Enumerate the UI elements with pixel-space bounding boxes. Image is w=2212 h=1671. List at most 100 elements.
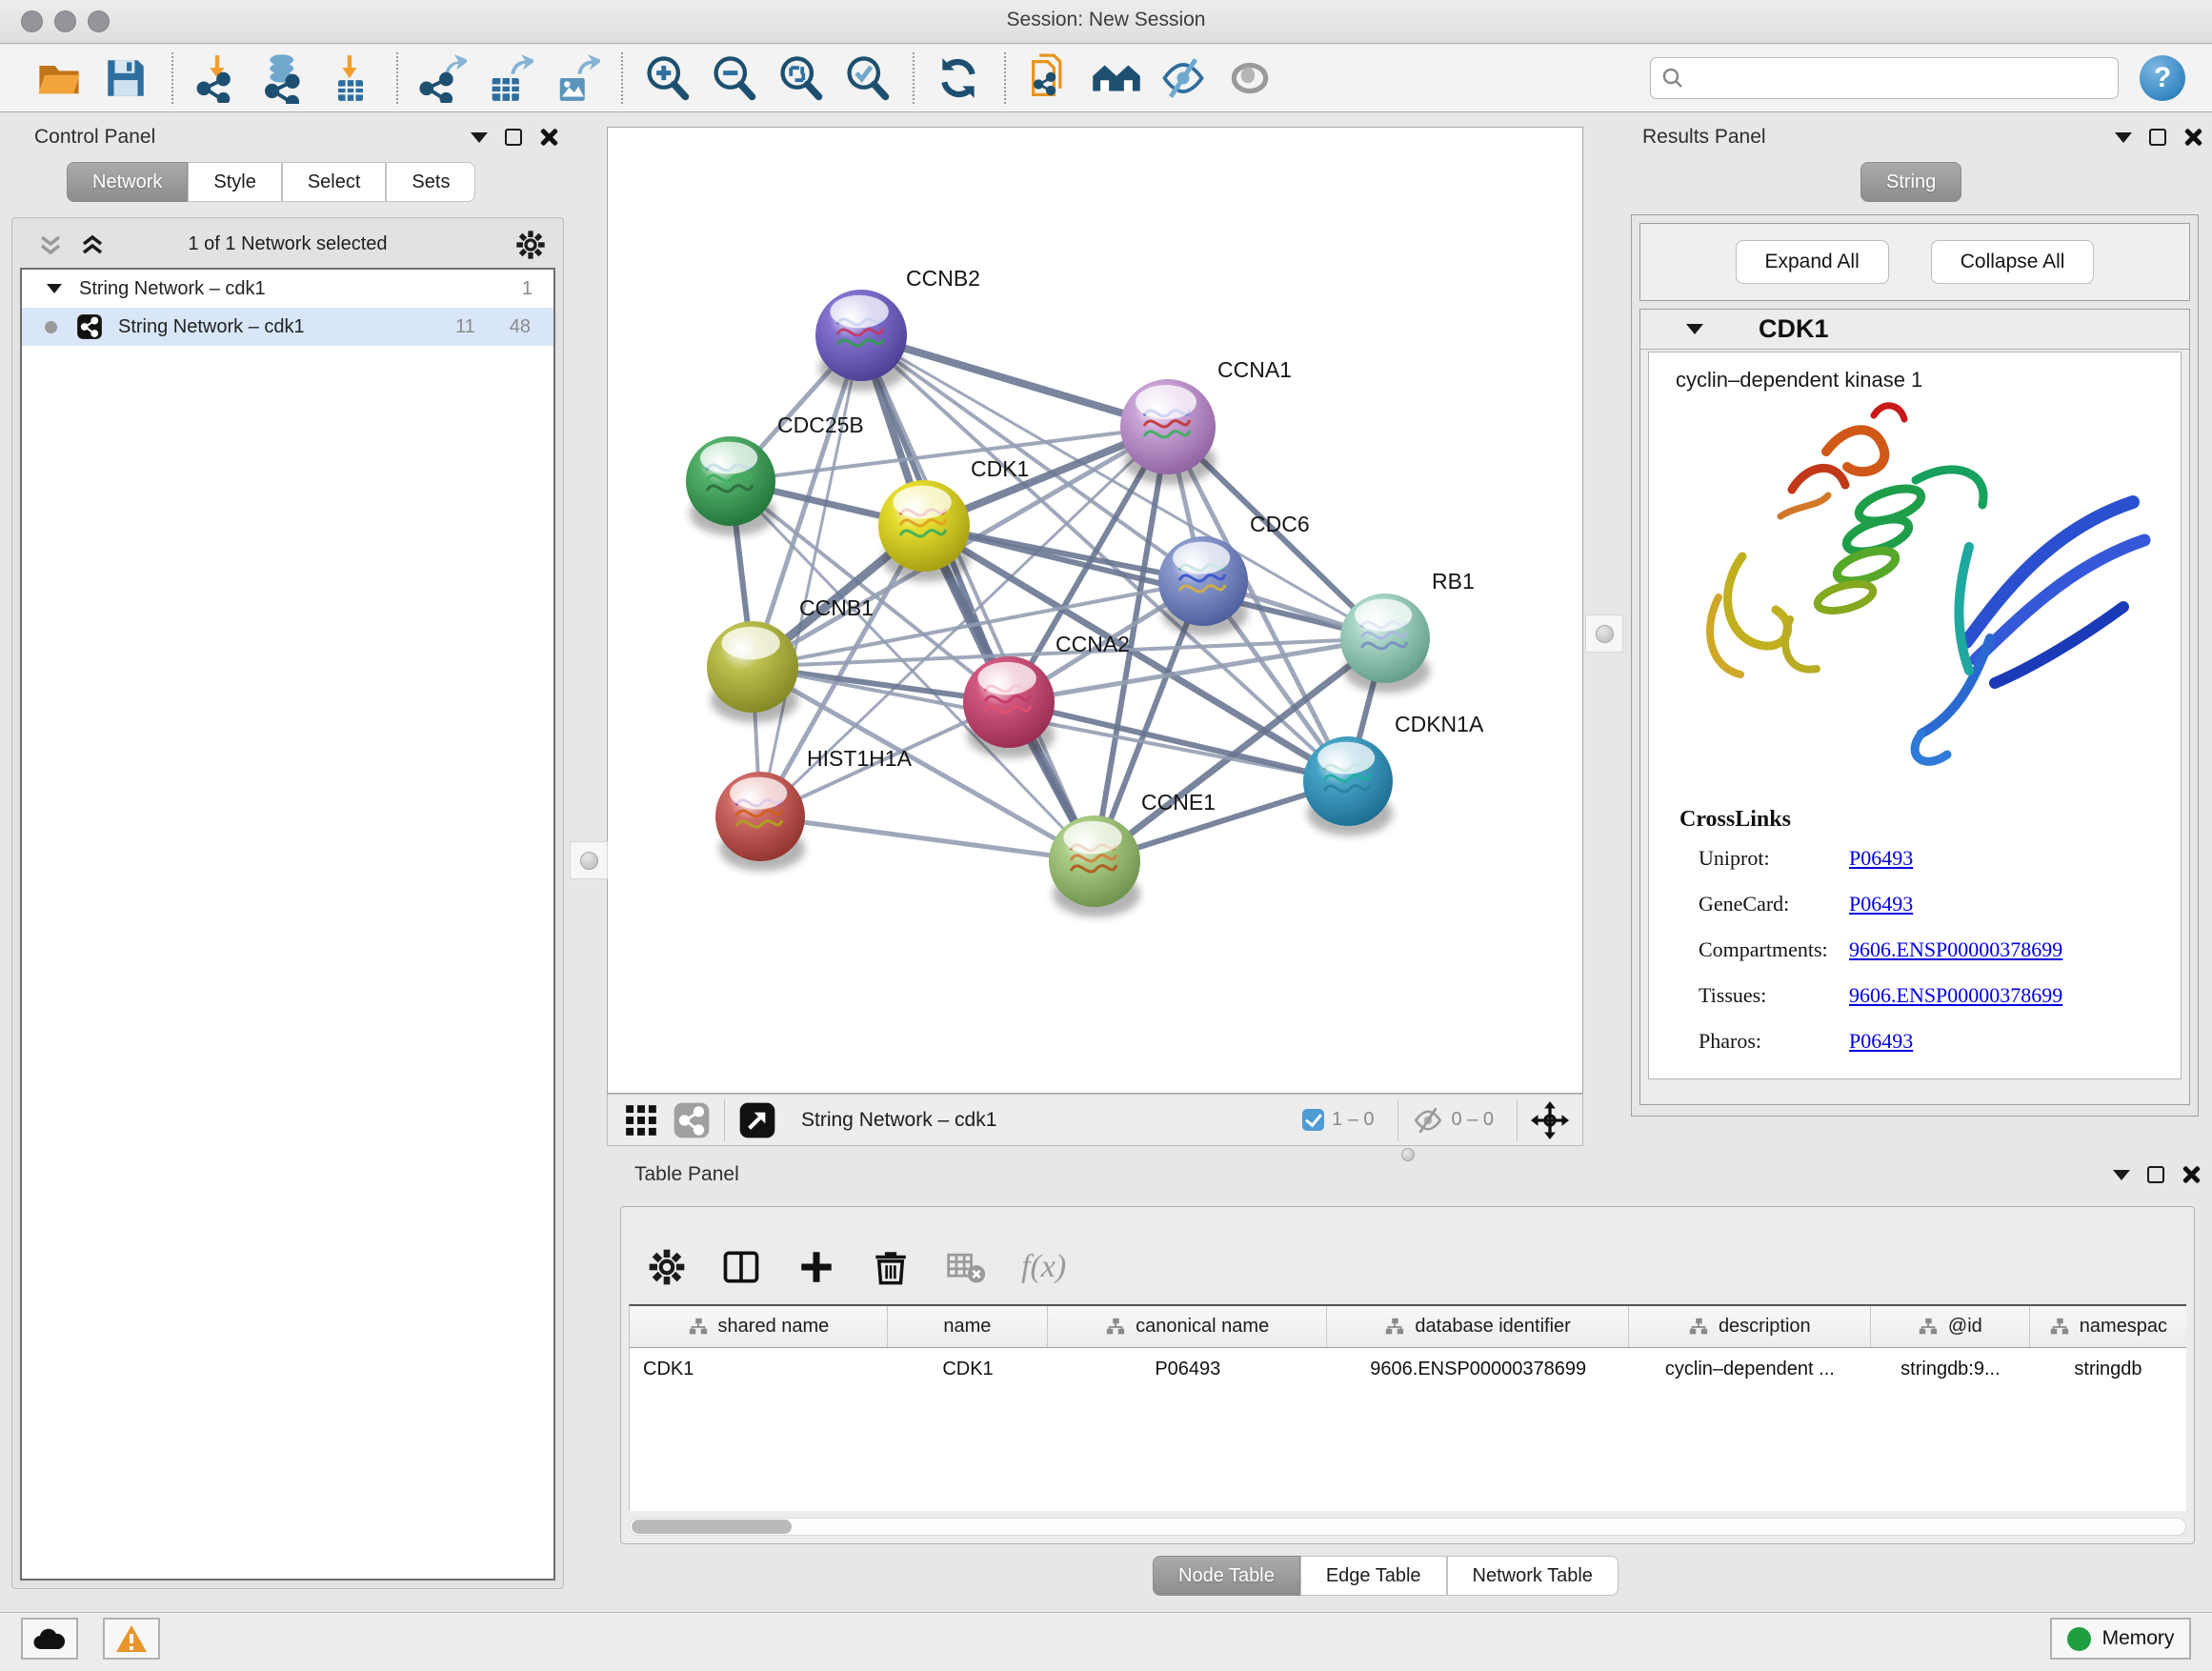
pharos-link[interactable]: P06493 (1849, 1029, 1913, 1054)
zoom-in-button[interactable] (640, 51, 694, 105)
tissues-link[interactable]: 9606.ENSP00000378699 (1849, 983, 2062, 1008)
network-collection-row[interactable]: String Network – cdk1 1 (22, 270, 553, 308)
show-columns-icon[interactable] (720, 1246, 762, 1288)
clone-network-button[interactable] (1023, 51, 1076, 105)
panel-float-icon[interactable] (505, 129, 522, 146)
tab-network[interactable]: Network (67, 162, 188, 202)
selected-checkbox-icon[interactable] (1302, 1109, 1324, 1131)
hierarchy-icon (688, 1317, 709, 1338)
column-header[interactable]: name (888, 1306, 1048, 1347)
network-row-label: String Network – cdk1 (118, 316, 305, 338)
warnings-button[interactable] (103, 1618, 160, 1660)
cell-namespace[interactable]: stringdb (2030, 1348, 2186, 1390)
show-all-button[interactable] (1223, 51, 1277, 105)
network-edge-CCNB2-HIST1H1A[interactable] (760, 335, 861, 816)
horizontal-scrollbar[interactable] (629, 1518, 2186, 1536)
pan-crosshair-icon[interactable] (1531, 1101, 1569, 1139)
network-canvas[interactable]: CCNB2CCNA1CDC25BCDK1CDC6RB1CCNB1CCNA2CDK… (607, 127, 1583, 1094)
tab-sets[interactable]: Sets (386, 162, 475, 202)
memory-button[interactable]: Memory (2050, 1618, 2191, 1660)
panel-close-icon[interactable] (539, 128, 558, 147)
network-node-CCNE1[interactable]: CCNE1 (1049, 790, 1216, 917)
tab-node-table[interactable]: Node Table (1153, 1556, 1300, 1596)
genecard-link[interactable]: P06493 (1849, 892, 1913, 916)
network-node-RB1[interactable]: RB1 (1340, 569, 1475, 693)
column-header[interactable]: description (1629, 1306, 1871, 1347)
gear-icon[interactable] (515, 230, 546, 260)
export-table-button[interactable] (482, 51, 535, 105)
search-input[interactable] (1650, 57, 2119, 99)
help-button[interactable]: ? (2140, 55, 2185, 101)
right-splitter-handle[interactable] (1585, 614, 1623, 653)
panel-menu-icon[interactable] (471, 132, 488, 143)
hidden-eye-icon[interactable] (1412, 1104, 1444, 1137)
table-row[interactable]: CDK1 CDK1 P06493 9606.ENSP00000378699 cy… (630, 1348, 2186, 1390)
network-edge-HIST1H1A-CCNE1[interactable] (760, 816, 1095, 861)
cell-id[interactable]: stringdb:9... (1871, 1348, 2030, 1390)
tab-network-table[interactable]: Network Table (1447, 1556, 1619, 1596)
function-builder-icon[interactable]: f(x) (1021, 1249, 1066, 1285)
hide-selected-button[interactable] (1156, 51, 1210, 105)
tree-expander-icon[interactable] (47, 284, 62, 293)
birds-eye-grid-icon[interactable] (623, 1102, 659, 1138)
tab-style[interactable]: Style (188, 162, 281, 202)
delete-table-icon[interactable] (945, 1246, 987, 1288)
cloud-status-button[interactable] (21, 1618, 78, 1660)
export-network-button[interactable] (415, 51, 469, 105)
collapse-all-button[interactable]: Collapse All (1931, 240, 2095, 284)
cell-canonical-name[interactable]: P06493 (1048, 1348, 1328, 1390)
column-header[interactable]: canonical name (1048, 1306, 1328, 1347)
cell-name[interactable]: CDK1 (888, 1348, 1048, 1390)
tab-string[interactable]: String (1860, 162, 1961, 202)
scrollbar-thumb[interactable] (632, 1520, 792, 1534)
panel-float-icon[interactable] (2149, 129, 2166, 146)
panel-menu-icon[interactable] (2115, 132, 2132, 143)
add-column-icon[interactable] (796, 1247, 836, 1287)
panel-close-icon[interactable] (2182, 1165, 2201, 1184)
gear-icon[interactable] (648, 1248, 686, 1286)
network-edge-CCNB2-CCNE1[interactable] (861, 335, 1095, 861)
panel-close-icon[interactable] (2183, 128, 2202, 147)
import-database-icon (258, 52, 310, 104)
open-in-new-icon[interactable] (738, 1101, 776, 1139)
node-label-CCNB1: CCNB1 (799, 595, 874, 620)
cell-shared-name[interactable]: CDK1 (630, 1348, 888, 1390)
zoom-out-button[interactable] (707, 51, 760, 105)
collapse-caret-icon[interactable] (1686, 324, 1703, 334)
uniprot-link[interactable]: P06493 (1849, 846, 1913, 871)
network-graph[interactable]: CCNB2CCNA1CDC25BCDK1CDC6RB1CCNB1CCNA2CDK… (608, 128, 1582, 1093)
column-header[interactable]: shared name (630, 1306, 888, 1347)
panel-float-icon[interactable] (2147, 1166, 2164, 1183)
cell-database-identifier[interactable]: 9606.ENSP00000378699 (1328, 1348, 1629, 1390)
network-row[interactable]: String Network – cdk1 11 48 (22, 308, 553, 346)
network-node-CCNA1[interactable]: CCNA1 (1120, 357, 1292, 485)
expand-all-button[interactable]: Expand All (1736, 240, 1889, 284)
toolbar-separator (1004, 52, 1006, 104)
delete-column-icon[interactable] (871, 1247, 911, 1287)
tab-edge-table[interactable]: Edge Table (1300, 1556, 1447, 1596)
zoom-selected-button[interactable] (840, 51, 894, 105)
column-header[interactable]: namespac (2030, 1306, 2186, 1347)
cell-description[interactable]: cyclin–dependent ... (1629, 1348, 1871, 1390)
import-table-button[interactable] (324, 51, 377, 105)
network-edge-CCNB2-CCNA1[interactable] (861, 335, 1168, 427)
column-header[interactable]: database identifier (1327, 1306, 1628, 1347)
share-network-gray-icon[interactable] (673, 1101, 711, 1139)
save-session-button[interactable] (99, 51, 152, 105)
network-node-CCNB2[interactable]: CCNB2 (815, 266, 980, 392)
apply-layout-button[interactable] (932, 51, 985, 105)
column-header[interactable]: @id (1871, 1306, 2030, 1347)
network-node-HIST1H1A[interactable]: HIST1H1A (715, 746, 913, 871)
left-splitter-handle[interactable] (570, 841, 608, 879)
tab-select[interactable]: Select (282, 162, 387, 202)
compartments-link[interactable]: 9606.ENSP00000378699 (1849, 937, 2062, 962)
open-session-button[interactable] (32, 51, 86, 105)
zoom-fit-button[interactable] (774, 51, 827, 105)
first-neighbors-button[interactable] (1090, 51, 1143, 105)
import-network-button[interactable] (191, 51, 244, 105)
import-network-from-database-button[interactable] (257, 51, 311, 105)
node-details-header[interactable]: CDK1 (1640, 310, 2189, 350)
export-image-button[interactable] (549, 51, 602, 105)
network-node-CDKN1A[interactable]: CDKN1A (1303, 712, 1484, 836)
panel-menu-icon[interactable] (2113, 1170, 2130, 1180)
